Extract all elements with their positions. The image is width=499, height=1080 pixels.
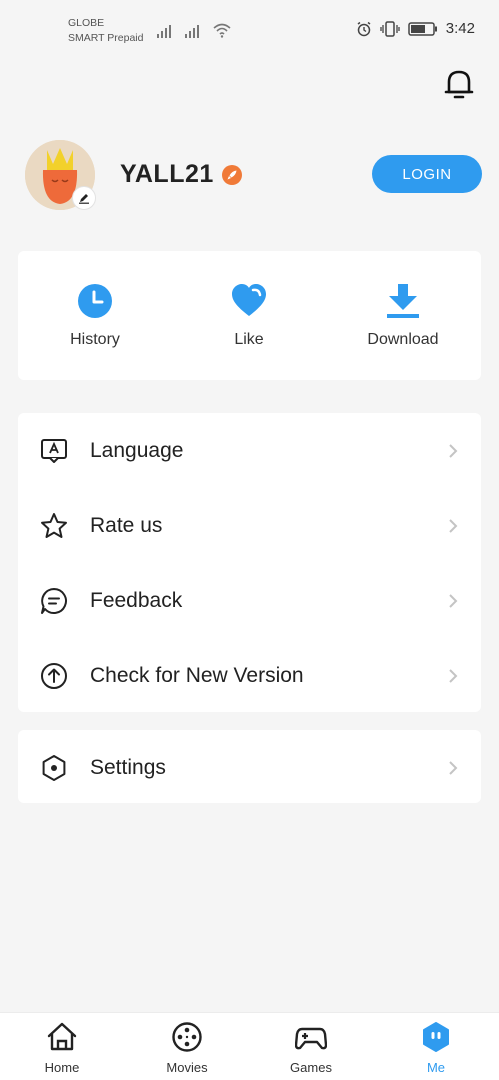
carrier-name-2: SMART Prepaid xyxy=(68,32,144,44)
menu-item-label: Rate us xyxy=(90,514,163,537)
quick-action-like[interactable]: Like xyxy=(172,251,326,380)
clock-time: 3:42 xyxy=(445,20,475,37)
signal-icon xyxy=(157,25,171,38)
settings-card: Settings xyxy=(18,730,481,803)
upgrade-icon xyxy=(41,663,67,689)
username: YALL21 xyxy=(120,160,214,188)
menu-item-label: Settings xyxy=(90,756,166,779)
star-icon xyxy=(41,513,67,538)
menu-item-language[interactable]: Language xyxy=(18,413,481,488)
chevron-right-icon xyxy=(449,519,458,533)
menu-item-label: Language xyxy=(90,439,184,462)
menu-item-rate-us[interactable]: Rate us xyxy=(18,488,481,563)
rocket-icon xyxy=(227,170,237,180)
menu-item-check-new-version[interactable]: Check for New Version xyxy=(18,638,481,713)
chevron-right-icon xyxy=(449,444,458,458)
download-icon xyxy=(387,284,419,318)
menu-item-settings[interactable]: Settings xyxy=(18,730,481,803)
tab-label: Me xyxy=(426,1060,446,1075)
tab-games[interactable]: Games xyxy=(261,1013,361,1080)
battery-icon xyxy=(408,21,437,36)
heart-icon xyxy=(232,284,266,316)
gamepad-icon xyxy=(295,1027,327,1050)
feedback-icon xyxy=(41,588,67,614)
tab-label: Home xyxy=(44,1060,80,1075)
menu-item-label: Check for New Version xyxy=(90,664,304,687)
edit-avatar-button[interactable] xyxy=(72,186,96,210)
status-bar: GLOBE SMART Prepaid 3:42 xyxy=(0,0,499,56)
home-icon xyxy=(47,1022,77,1051)
notification-bell-icon[interactable] xyxy=(443,66,475,102)
tab-label: Movies xyxy=(166,1060,208,1075)
tab-home[interactable]: Home xyxy=(12,1013,112,1080)
bottom-tab-bar: Home Movies Games Me xyxy=(0,1012,499,1080)
quick-action-label: Download xyxy=(367,331,439,348)
carrier-name-1: GLOBE xyxy=(68,17,105,29)
clock-icon xyxy=(78,284,112,318)
status-right: 3:42 xyxy=(356,20,475,37)
me-icon xyxy=(423,1022,449,1052)
chevron-right-icon xyxy=(449,594,458,608)
quick-actions-card: History Like Download xyxy=(18,251,481,380)
wifi-icon xyxy=(213,23,231,38)
alarm-icon xyxy=(357,21,371,36)
tab-movies[interactable]: Movies xyxy=(137,1013,237,1080)
level-badge-icon xyxy=(222,165,242,185)
menu-item-label: Feedback xyxy=(90,589,183,612)
tab-me[interactable]: Me xyxy=(386,1013,486,1080)
language-icon xyxy=(41,439,67,463)
chevron-right-icon xyxy=(449,669,458,683)
quick-action-label: Like xyxy=(234,331,264,348)
menu-item-feedback[interactable]: Feedback xyxy=(18,563,481,638)
signal-icon xyxy=(185,25,199,38)
profile-header: YALL21 LOGIN xyxy=(0,138,499,218)
quick-action-download[interactable]: Download xyxy=(326,251,480,380)
pencil-icon xyxy=(79,194,89,204)
quick-action-history[interactable]: History xyxy=(18,251,172,380)
settings-icon xyxy=(42,755,66,781)
menu-card: Language Rate us Feedback Check for New … xyxy=(18,413,481,712)
tab-label: Games xyxy=(290,1060,332,1075)
chevron-right-icon xyxy=(449,761,458,775)
quick-action-label: History xyxy=(70,331,120,348)
carrier-info: GLOBE SMART Prepaid xyxy=(68,16,143,46)
film-reel-icon xyxy=(172,1022,202,1052)
login-button[interactable]: LOGIN xyxy=(372,155,482,193)
vibrate-icon xyxy=(380,20,400,37)
signal-indicators xyxy=(156,22,232,38)
